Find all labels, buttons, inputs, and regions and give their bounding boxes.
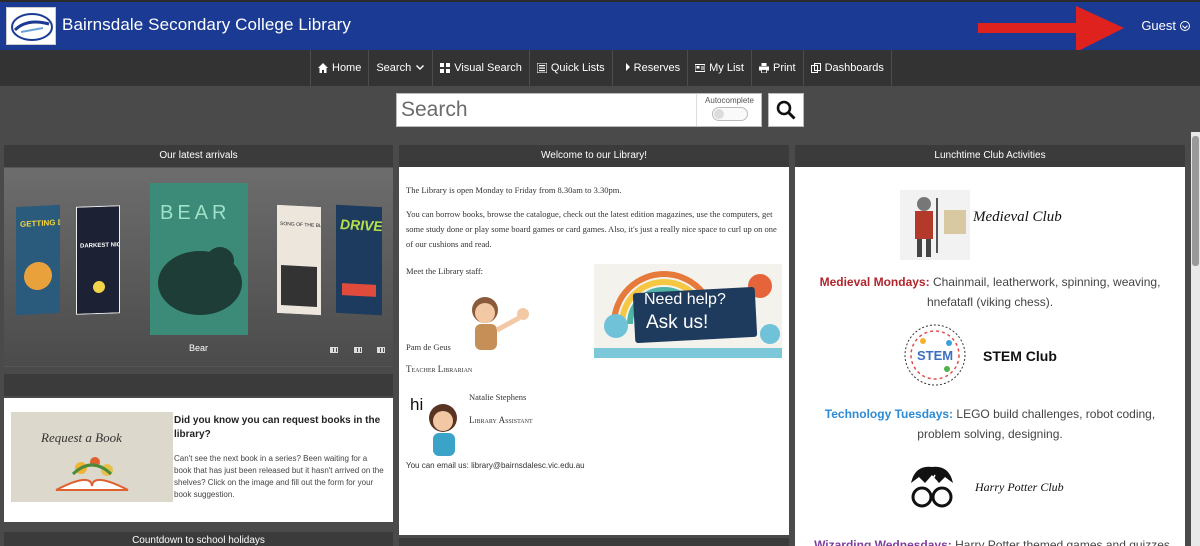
nav-my-list-label: My List (709, 62, 744, 74)
book-cover-drive[interactable]: DRIVE (336, 204, 382, 316)
tech-desc: LEGO build challenges, robot coding, pro… (917, 407, 1156, 441)
nav-search-label: Search (376, 62, 412, 74)
nav-visual-search[interactable]: Visual Search (432, 50, 529, 86)
book-title-drive: DRIVE (340, 216, 382, 234)
print-icon (758, 63, 769, 73)
request-image-text: Request a Book (40, 430, 122, 445)
request-book-image[interactable]: Request a Book (11, 412, 173, 502)
book-cover-bear[interactable]: BEAR (150, 183, 248, 335)
harry-potter-club-title: Harry Potter Club (975, 480, 1064, 494)
carousel-view-list[interactable] (330, 347, 338, 353)
harry-potter-icon (911, 466, 953, 508)
meet-staff-label: Meet the Library staff: (406, 266, 484, 276)
nav-quick-lists[interactable]: Quick Lists (528, 50, 612, 86)
autocomplete-toggle[interactable] (711, 107, 748, 121)
site-title[interactable]: Bairnsdale Secondary College Library (62, 15, 351, 35)
hi-text: hi (410, 395, 424, 414)
staff-role-pam: Teacher Librarian (406, 364, 473, 374)
nav-my-list[interactable]: My List (687, 50, 751, 86)
lunchtime-clubs-panel: Lunchtime Club Activities Medieval Club … (795, 145, 1185, 546)
top-header: Bairnsdale Secondary College Library Gue… (0, 0, 1200, 52)
nav-print[interactable]: Print (750, 50, 803, 86)
need-help-banner[interactable]: Need help? Ask us! (594, 264, 782, 358)
tech-day-label: Technology Tuesdays: (824, 407, 954, 421)
search-box: Autocomplete (396, 93, 762, 127)
main-navbar: Home Search Visual Search Quick Lists Re… (0, 50, 1200, 86)
medieval-description: Medieval Mondays: Chainmail, leatherwork… (807, 272, 1173, 312)
staff-avatar-pam (472, 297, 529, 350)
red-arrow-annotation (978, 6, 1124, 52)
medieval-day-label: Medieval Mondays: (819, 275, 930, 289)
grid-icon (440, 63, 451, 73)
staff-name-natalie: Natalie Stephens (469, 392, 527, 402)
wizarding-desc: Harry Potter themed games and quizzes (955, 538, 1170, 546)
book-cover-getting-dizzy[interactable]: GETTING DIZZY (16, 204, 60, 316)
nav-home-label: Home (332, 62, 362, 74)
nav-home[interactable]: Home (310, 50, 368, 86)
email-line: You can email us: library@bairnsdalesc.v… (406, 461, 585, 470)
guest-label: Guest (1141, 18, 1176, 33)
request-book-card: Request a Book Did you know you can requ… (4, 398, 393, 522)
staff-role-natalie: Library Assistant (469, 415, 533, 425)
autocomplete-control: Autocomplete (696, 94, 762, 126)
welcome-heading: Welcome to our Library! (399, 145, 789, 167)
autocomplete-label: Autocomplete (705, 96, 754, 105)
welcome-panel: Welcome to our Library! The Library is o… (399, 145, 789, 535)
carousel-view-tiles[interactable] (377, 347, 385, 353)
nav-dashboards-label: Dashboards (824, 62, 884, 74)
stem-club-title: STEM Club (983, 348, 1057, 364)
medieval-desc: Chainmail, leatherwork, spinning, weavin… (926, 275, 1161, 309)
dashboard-icon (810, 63, 821, 73)
staff-avatar-natalie (429, 404, 457, 456)
search-icon (776, 100, 796, 120)
nav-quick-lists-label: Quick Lists (550, 62, 605, 74)
chevron-down-icon (416, 65, 425, 70)
need-help-line1: Need help? (644, 291, 726, 308)
empty-panel-heading (4, 374, 393, 396)
list-icon (536, 63, 547, 73)
nav-search[interactable]: Search (368, 50, 432, 86)
stem-logo: STEM (904, 324, 966, 386)
wizarding-description: Wizarding Wednesdays: Harry Potter theme… (807, 535, 1177, 546)
chevron-down-icon (1180, 20, 1190, 31)
search-button[interactable] (768, 93, 804, 127)
page-scrollbar[interactable] (1191, 132, 1200, 546)
request-body: Can't see the next book in a series? Bee… (174, 454, 384, 499)
welcome-open-hours: The Library is open Monday to Friday fro… (406, 185, 622, 195)
college-logo[interactable] (6, 7, 56, 45)
book-cover-darkest-night[interactable]: DARKEST NIGHT BRIGHTEST STAR (76, 205, 120, 315)
need-help-line2: Ask us! (646, 312, 709, 333)
book-title-bear: BEAR (160, 202, 230, 224)
nav-reserves-label: Reserves (633, 62, 681, 74)
nav-dashboards[interactable]: Dashboards (802, 50, 892, 86)
nav-visual-search-label: Visual Search (454, 62, 522, 74)
latest-arrivals-heading: Our latest arrivals (4, 145, 393, 167)
card-icon (695, 64, 706, 72)
home-icon (318, 63, 328, 73)
staff-name-pam: Pam de Geus (406, 342, 451, 352)
countdown-heading: Countdown to school holidays (4, 532, 393, 546)
carousel-view-grid[interactable] (354, 347, 362, 353)
search-input[interactable] (399, 95, 694, 125)
request-title: Did you know you can request books in th… (174, 415, 381, 440)
welcome-description: You can borrow books, browse the catalog… (406, 209, 777, 249)
tech-description: Technology Tuesdays: LEGO build challeng… (807, 404, 1173, 444)
share-icon (625, 63, 630, 71)
knight-image (900, 190, 970, 260)
stem-logo-text: STEM (917, 348, 953, 363)
book-cover-song-of-the-blackbird[interactable]: SONG OF THE BLACKBIRD (277, 204, 321, 316)
scrollbar-thumb[interactable] (1192, 136, 1199, 266)
clubs-heading: Lunchtime Club Activities (795, 145, 1185, 167)
nav-reserves[interactable]: Reserves (611, 50, 687, 86)
medieval-club-title: Medieval Club (973, 209, 1062, 225)
guest-user-menu[interactable]: Guest (1141, 18, 1190, 33)
book-carousel: GETTING DIZZY DARKEST NIGHT BRIGHTEST ST… (4, 168, 393, 366)
wizarding-day-label: Wizarding Wednesdays: (814, 538, 952, 546)
nav-print-label: Print (772, 62, 796, 74)
welcome-bottom-heading (399, 538, 789, 546)
